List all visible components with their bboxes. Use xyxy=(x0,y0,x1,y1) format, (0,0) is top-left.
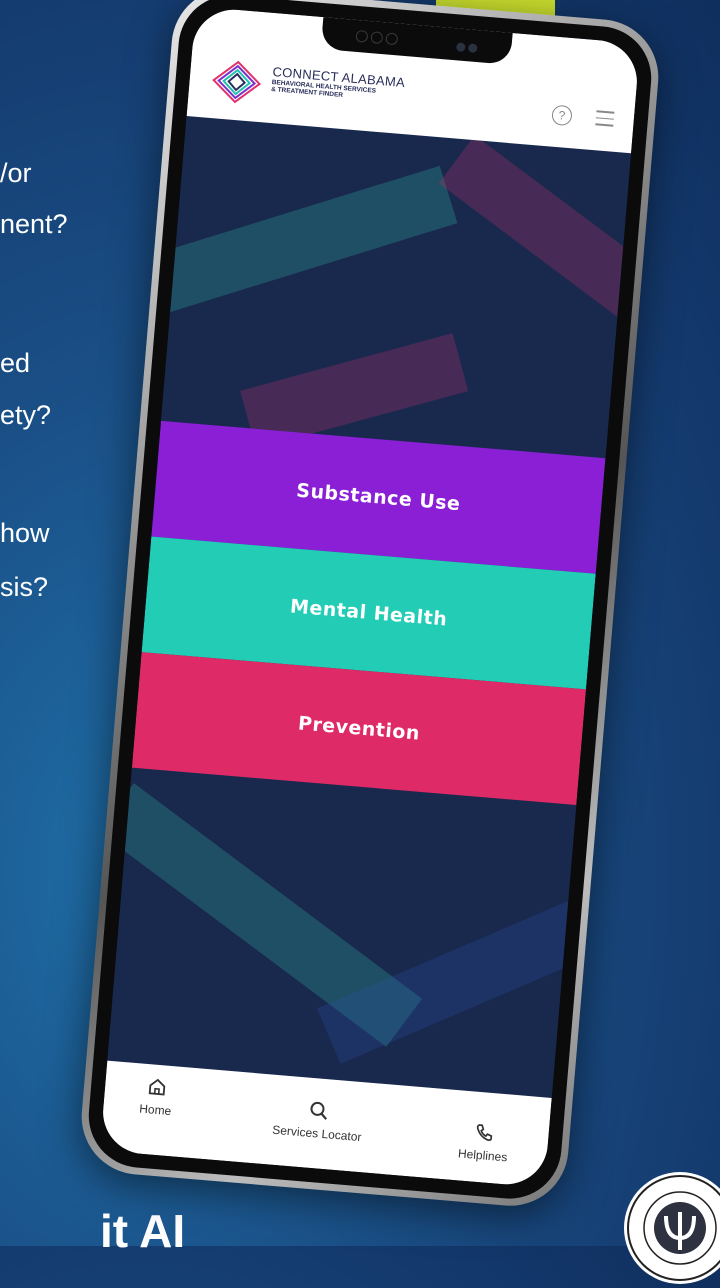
hamburger-menu-icon[interactable] xyxy=(595,110,615,131)
sensor-dots xyxy=(355,29,401,51)
phone-bezel: CONNECT ALABAMA BEHAVIORAL HEALTH SERVIC… xyxy=(84,0,656,1203)
bg-text-line: sis? xyxy=(0,572,49,602)
bg-text-line: ety? xyxy=(0,400,52,430)
nav-services-locator[interactable]: Services Locator xyxy=(252,1095,385,1146)
connect-alabama-logo-icon[interactable] xyxy=(206,54,268,111)
bg-text-line: ed xyxy=(0,348,31,378)
nav-helplines-label: Helplines xyxy=(457,1146,508,1165)
bg-text-line: /or xyxy=(0,158,32,188)
nav-home[interactable]: Home xyxy=(125,1074,188,1119)
decorative-stripe xyxy=(438,135,632,363)
nav-home-label: Home xyxy=(138,1101,172,1119)
help-icon[interactable]: ? xyxy=(551,104,573,127)
phone-icon xyxy=(476,1124,493,1142)
category-area: Substance Use Mental Health Prevention xyxy=(107,115,632,1098)
nav-services-locator-label: Services Locator xyxy=(271,1122,363,1145)
bg-text-line: nent? xyxy=(0,209,68,239)
nav-helplines[interactable]: Helplines xyxy=(442,1119,525,1166)
search-icon xyxy=(310,1101,327,1120)
phone-screen: CONNECT ALABAMA BEHAVIORAL HEALTH SERVIC… xyxy=(99,6,641,1188)
bg-text-line: how xyxy=(0,518,50,548)
alabama-seal-logo xyxy=(624,1172,720,1284)
brand-block: CONNECT ALABAMA BEHAVIORAL HEALTH SERVIC… xyxy=(271,64,406,105)
footer-brand-fragment: it AI xyxy=(100,1205,186,1257)
home-icon xyxy=(148,1078,166,1096)
camera-lens xyxy=(453,38,478,58)
phone-mockup: CONNECT ALABAMA BEHAVIORAL HEALTH SERVIC… xyxy=(77,0,663,1211)
decorative-stripe xyxy=(114,165,458,324)
